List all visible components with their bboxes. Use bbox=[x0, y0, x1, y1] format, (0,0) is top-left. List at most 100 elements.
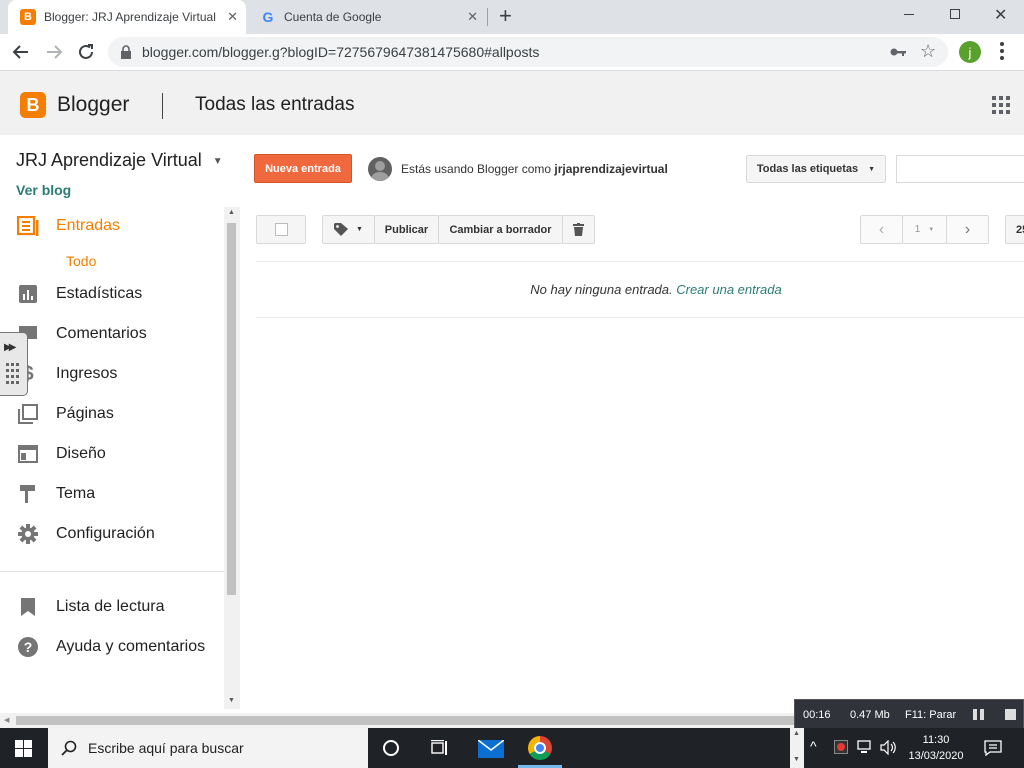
user-avatar[interactable] bbox=[368, 157, 392, 181]
signed-in-as-text: Estás usando Blogger como jrjaprendizaje… bbox=[401, 162, 668, 176]
forward-icon[interactable] bbox=[45, 43, 63, 61]
taskbar-search-box[interactable]: Escribe aquí para buscar bbox=[48, 728, 368, 768]
tray-chevron-up-icon[interactable]: ^ bbox=[810, 738, 817, 754]
task-view-icon[interactable] bbox=[431, 740, 449, 756]
stop-icon[interactable] bbox=[1005, 709, 1016, 720]
url-text: blogger.com/blogger.g?blogID=72756796473… bbox=[142, 44, 540, 60]
blog-selector[interactable]: JRJ Aprendizaje Virtual ▼ bbox=[16, 150, 223, 171]
sidebar-divider bbox=[0, 571, 224, 572]
blogger-favicon: B bbox=[20, 9, 36, 25]
scroll-down-arrow-icon[interactable]: ▼ bbox=[793, 756, 800, 763]
network-icon[interactable] bbox=[857, 740, 873, 755]
pause-icon[interactable] bbox=[973, 709, 984, 720]
page-selector[interactable]: 1 ▼ bbox=[902, 215, 947, 244]
layout-icon bbox=[16, 442, 40, 466]
recording-indicator-icon[interactable] bbox=[834, 740, 848, 754]
back-icon[interactable] bbox=[12, 43, 30, 61]
horizontal-scrollbar[interactable]: ◀ bbox=[0, 713, 800, 728]
close-tab-icon[interactable]: ✕ bbox=[227, 9, 238, 25]
drag-grip-icon bbox=[6, 363, 19, 384]
prev-page-button[interactable]: ‹ bbox=[860, 215, 903, 244]
reload-icon[interactable] bbox=[77, 43, 95, 61]
delete-button[interactable] bbox=[562, 215, 595, 244]
signed-in-prefix: Estás usando Blogger como bbox=[401, 162, 555, 176]
sidebar-item-posts[interactable]: Entradas bbox=[16, 212, 120, 240]
bookmark-star-icon[interactable]: ☆ bbox=[920, 41, 936, 62]
view-blog-link[interactable]: Ver blog bbox=[16, 182, 71, 198]
notifications-icon[interactable] bbox=[984, 740, 1002, 756]
sidebar-item-stats[interactable]: Estadísticas bbox=[16, 280, 142, 308]
clock-time: 11:30 bbox=[922, 734, 950, 746]
browser-menu-icon[interactable] bbox=[1000, 42, 1004, 60]
cortana-icon[interactable] bbox=[383, 740, 399, 756]
google-favicon: G bbox=[262, 9, 274, 25]
sidebar-item-layout[interactable]: Diseño bbox=[16, 440, 106, 468]
sidebar-scrollbar[interactable]: ▲ ▼ bbox=[224, 207, 240, 709]
sidebar-item-settings[interactable]: Configuración bbox=[16, 520, 155, 548]
taskbar-search-placeholder: Escribe aquí para buscar bbox=[88, 740, 244, 756]
publish-button[interactable]: Publicar bbox=[374, 215, 439, 244]
settings-icon bbox=[16, 522, 40, 546]
tab-google-account[interactable]: G Cuenta de Google ✕ bbox=[248, 0, 486, 34]
search-icon bbox=[61, 740, 77, 756]
tab-blogger[interactable]: B Blogger: JRJ Aprendizaje Virtual ✕ bbox=[8, 0, 246, 34]
windows-taskbar: Escribe aquí para buscar ▲ ▼ ^ 11:30 13/… bbox=[0, 728, 1024, 768]
sidebar-item-earnings[interactable]: $ Ingresos bbox=[16, 360, 117, 388]
profile-avatar[interactable]: j bbox=[959, 41, 981, 63]
chevron-down-icon: ▼ bbox=[356, 226, 363, 233]
theme-icon bbox=[16, 482, 40, 506]
taskbar-clock[interactable]: 11:30 13/03/2020 bbox=[900, 732, 972, 764]
brand-name[interactable]: Blogger bbox=[57, 93, 129, 117]
search-posts-input[interactable] bbox=[896, 155, 1024, 183]
sidebar-item-label: Estadísticas bbox=[56, 285, 143, 302]
mail-app-icon[interactable] bbox=[478, 740, 504, 758]
recorder-time: 00:16 bbox=[803, 709, 831, 721]
sidebar-item-label: Configuración bbox=[56, 525, 155, 542]
sidebar-item-label: Páginas bbox=[56, 405, 114, 422]
select-all-checkbox-button[interactable] bbox=[256, 215, 306, 244]
labels-dropdown-text: Todas las etiquetas bbox=[756, 163, 859, 175]
horizontal-scrollbar-thumb[interactable] bbox=[16, 716, 800, 725]
new-post-button[interactable]: Nueva entrada bbox=[254, 154, 352, 183]
scroll-up-arrow-icon[interactable]: ▲ bbox=[228, 209, 235, 216]
scroll-up-arrow-icon[interactable]: ▲ bbox=[793, 730, 800, 737]
page-title: Todas las entradas bbox=[195, 94, 355, 115]
blogger-logo-icon[interactable]: B bbox=[20, 92, 46, 118]
close-window-button[interactable]: ✕ bbox=[994, 5, 1007, 25]
sidebar-item-label: Comentarios bbox=[56, 325, 147, 342]
scrollbar-thumb[interactable] bbox=[227, 223, 236, 595]
recorder-side-handle[interactable]: ▶▶ bbox=[0, 332, 28, 396]
restore-button[interactable] bbox=[950, 9, 960, 19]
scroll-left-arrow-icon[interactable]: ◀ bbox=[4, 716, 9, 724]
sidebar-subitem-all[interactable]: Todo bbox=[66, 253, 96, 269]
tab-title: Cuenta de Google bbox=[284, 10, 382, 24]
pages-icon bbox=[16, 402, 40, 426]
app-header: B Blogger Todas las entradas bbox=[0, 71, 1024, 135]
page-vertical-scroll-arrows[interactable]: ▲ ▼ bbox=[790, 728, 804, 768]
sidebar-item-theme[interactable]: Tema bbox=[16, 480, 95, 508]
revert-to-draft-button[interactable]: Cambiar a borrador bbox=[438, 215, 563, 244]
next-page-button[interactable]: › bbox=[946, 215, 989, 244]
recorder-panel: 00:16 0.47 Mb F11: Parar bbox=[794, 699, 1024, 729]
volume-icon[interactable] bbox=[880, 740, 898, 755]
sidebar-item-reading-list[interactable]: Lista de lectura bbox=[16, 593, 165, 621]
label-menu-button[interactable]: ▼ bbox=[322, 215, 375, 244]
key-icon[interactable] bbox=[890, 46, 906, 58]
labels-dropdown[interactable]: Todas las etiquetas ▼ bbox=[746, 155, 886, 183]
minimize-button[interactable] bbox=[904, 14, 914, 15]
apps-grid-icon[interactable] bbox=[992, 96, 1010, 114]
address-bar[interactable]: blogger.com/blogger.g?blogID=72756796473… bbox=[108, 37, 948, 67]
windows-start-icon[interactable] bbox=[15, 740, 32, 757]
sidebar-item-pages[interactable]: Páginas bbox=[16, 400, 114, 428]
chevron-down-icon: ▼ bbox=[868, 165, 876, 173]
clock-date: 13/03/2020 bbox=[908, 750, 964, 762]
sidebar-item-help[interactable]: ? Ayuda y comentarios bbox=[16, 633, 205, 661]
sidebar-item-comments[interactable]: Comentarios bbox=[16, 320, 147, 348]
chrome-taskbar-icon[interactable] bbox=[528, 736, 552, 760]
close-tab-icon[interactable]: ✕ bbox=[467, 9, 478, 25]
create-post-link[interactable]: Crear una entrada bbox=[676, 282, 782, 297]
new-tab-button[interactable]: + bbox=[499, 4, 512, 28]
scroll-down-arrow-icon[interactable]: ▼ bbox=[228, 697, 235, 704]
browser-toolbar: blogger.com/blogger.g?blogID=72756796473… bbox=[0, 34, 1024, 71]
posts-per-page-selector[interactable]: 25 bbox=[1005, 215, 1024, 244]
